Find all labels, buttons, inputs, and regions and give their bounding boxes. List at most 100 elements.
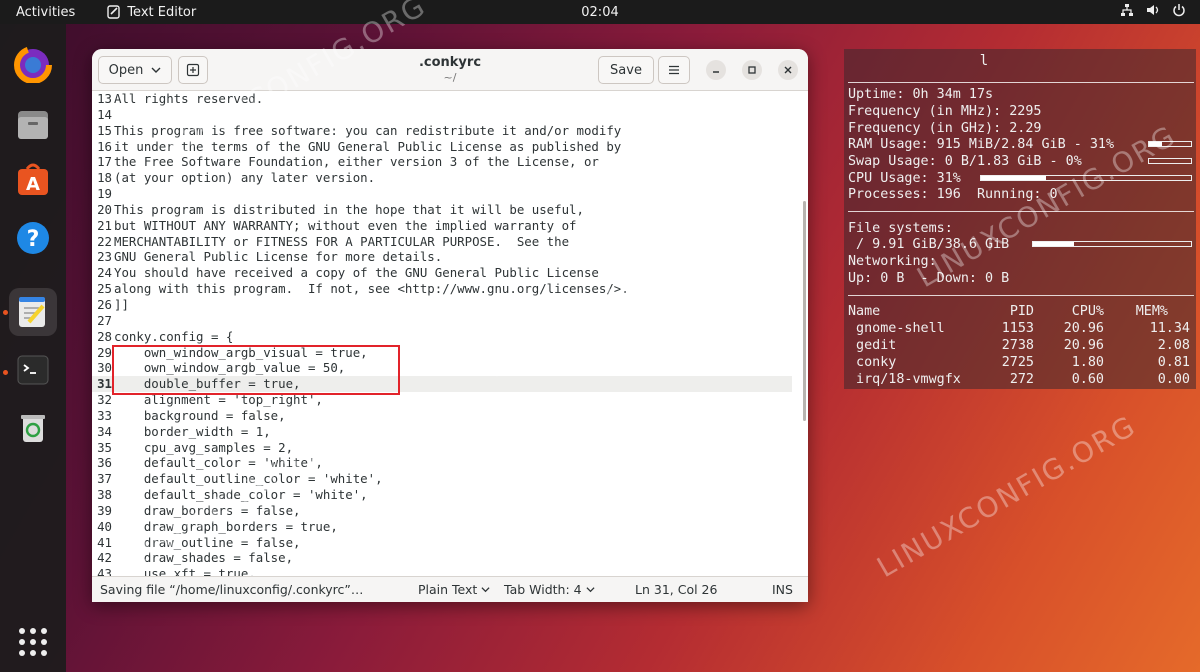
process-pid: 2738 (1001, 338, 1034, 353)
terminal-launcher[interactable] (9, 346, 57, 394)
code-line[interactable]: 34 border_width = 1, (92, 424, 792, 440)
line-number: 14 (97, 106, 112, 122)
close-button[interactable] (778, 60, 798, 80)
code-line[interactable]: 20 This program is distributed in the hop… (92, 202, 792, 218)
tab-width-label: Tab Width: 4 (504, 582, 582, 597)
minimize-button[interactable] (706, 60, 726, 80)
line-number: 43 (97, 566, 112, 576)
code-line[interactable]: 39 draw_borders = false, (92, 503, 792, 519)
maximize-button[interactable] (742, 60, 762, 80)
text-editor-dock-icon (19, 297, 45, 327)
new-tab-button[interactable] (178, 56, 208, 84)
line-text: MERCHANTABILITY or FITNESS FOR A PARTICU… (114, 233, 570, 249)
terminal-icon (17, 355, 49, 385)
open-button[interactable]: Open (98, 56, 172, 84)
process-name: gnome-shell (848, 321, 945, 336)
code-line[interactable]: 37 default_outline_color = 'white', (92, 471, 792, 487)
line-text: This program is distributed in the hope … (114, 201, 584, 217)
save-button[interactable]: Save (598, 56, 654, 84)
power-icon (1173, 4, 1185, 17)
vertical-scrollbar[interactable] (803, 201, 806, 421)
code-line[interactable]: 21 but WITHOUT ANY WARRANTY; without even… (92, 218, 792, 234)
process-mem: 0.81 (1157, 355, 1190, 370)
network-traffic: Up: 0 B - Down: 0 B (848, 271, 1010, 286)
code-line[interactable]: 15 This program is free software: you can… (92, 123, 792, 139)
show-apps-button[interactable] (19, 628, 47, 656)
code-line[interactable]: 18 (at your option) any later version. (92, 170, 792, 186)
line-number: 37 (97, 471, 112, 487)
code-line[interactable]: 42 draw_shades = false, (92, 550, 792, 566)
insert-mode[interactable]: INS (772, 582, 793, 597)
running-indicator (3, 310, 8, 315)
line-number: 31 (97, 376, 112, 392)
network-icon (1121, 4, 1133, 16)
trash-icon (21, 415, 45, 442)
code-line[interactable]: 40 draw_graph_borders = true, (92, 519, 792, 535)
volume-icon (1147, 5, 1159, 15)
process-mem: 2.08 (1157, 338, 1190, 353)
line-text: draw_outline = false, (114, 534, 301, 550)
editor-area[interactable]: 13 All rights reserved. 14 15 This program i… (92, 91, 808, 576)
chevron-down-icon (151, 67, 161, 73)
activities-button[interactable]: Activities (16, 5, 75, 20)
divider (848, 211, 1194, 212)
line-text: ]] (114, 296, 129, 312)
process-pid: 1153 (1001, 321, 1034, 336)
window-title-area: .conkyrc ~/ (372, 55, 528, 84)
process-name: irq/18-vmwgfx (848, 372, 961, 387)
ram-usage: RAM Usage: 915 MiB/2.84 GiB - 31% (848, 137, 1115, 152)
code-line[interactable]: 17 the Free Software Foundation, either v… (92, 154, 792, 170)
code-line[interactable]: 43 use_xft = true, (92, 566, 792, 576)
help-launcher[interactable]: ? (9, 214, 57, 262)
code-line[interactable]: 36 default_color = 'white', (92, 455, 792, 471)
code-line[interactable]: 22 MERCHANTABILITY or FITNESS FOR A PARTI… (92, 234, 792, 250)
line-text: You should have received a copy of the G… (114, 265, 599, 281)
line-number: 27 (97, 312, 112, 328)
open-label: Open (108, 62, 144, 78)
app-store-icon: A (18, 163, 48, 195)
processes: Processes: 196 Running: 0 (848, 187, 1058, 202)
line-number: 17 (97, 154, 112, 170)
cursor-position[interactable]: Ln 31, Col 26 (635, 582, 717, 597)
annotation-highlight-box (112, 345, 400, 395)
main-menu-button[interactable] (658, 56, 690, 84)
line-text: GNU General Public License for more deta… (114, 249, 443, 265)
firefox-launcher[interactable] (9, 40, 57, 88)
code-line[interactable]: 25 along with this program. If not, see <… (92, 281, 792, 297)
line-text: border_width = 1, (114, 423, 271, 439)
code-line[interactable]: 35 cpu_avg_samples = 2, (92, 440, 792, 456)
files-launcher[interactable] (9, 100, 57, 148)
code-line[interactable]: 26]] (92, 297, 792, 313)
system-tray[interactable] (1120, 3, 1186, 17)
code-line[interactable]: 14 (92, 107, 792, 123)
line-number: 25 (97, 281, 112, 297)
chevron-down-icon (481, 587, 490, 593)
process-pid: 272 (1009, 372, 1034, 387)
language-selector[interactable]: Plain Text (418, 582, 490, 597)
line-number: 18 (97, 170, 112, 186)
line-number: 19 (97, 186, 112, 202)
process-mem: 0.00 (1157, 372, 1190, 387)
code-line[interactable]: 13 All rights reserved. (92, 91, 792, 107)
app-menu[interactable]: Text Editor (107, 5, 196, 20)
code-line[interactable]: 33 background = false, (92, 408, 792, 424)
code-line[interactable]: 27 (92, 313, 792, 329)
code-line[interactable]: 28 conky.config = { (92, 329, 792, 345)
svg-text:?: ? (27, 227, 40, 252)
cpu-usage-fill (981, 176, 1047, 180)
trash-launcher[interactable] (9, 404, 57, 452)
line-text: draw_shades = false, (114, 550, 294, 566)
code-line[interactable]: 23 GNU General Public License for more de… (92, 249, 792, 265)
code-line[interactable]: 16 it under the terms of the GNU General … (92, 139, 792, 155)
tab-width-selector[interactable]: Tab Width: 4 (504, 582, 595, 597)
software-launcher[interactable]: A (9, 156, 57, 204)
code-line[interactable]: 41 draw_outline = false, (92, 535, 792, 551)
text-editor-launcher[interactable] (9, 288, 57, 336)
code-line[interactable]: 19 (92, 186, 792, 202)
line-number: 33 (97, 407, 112, 423)
line-text: default_color = 'white', (114, 455, 323, 471)
help-icon: ? (17, 222, 49, 254)
code-line[interactable]: 38 default_shade_color = 'white', (92, 487, 792, 503)
code-line[interactable]: 24 You should have received a copy of the… (92, 265, 792, 281)
networking-header: Networking: (848, 254, 937, 269)
